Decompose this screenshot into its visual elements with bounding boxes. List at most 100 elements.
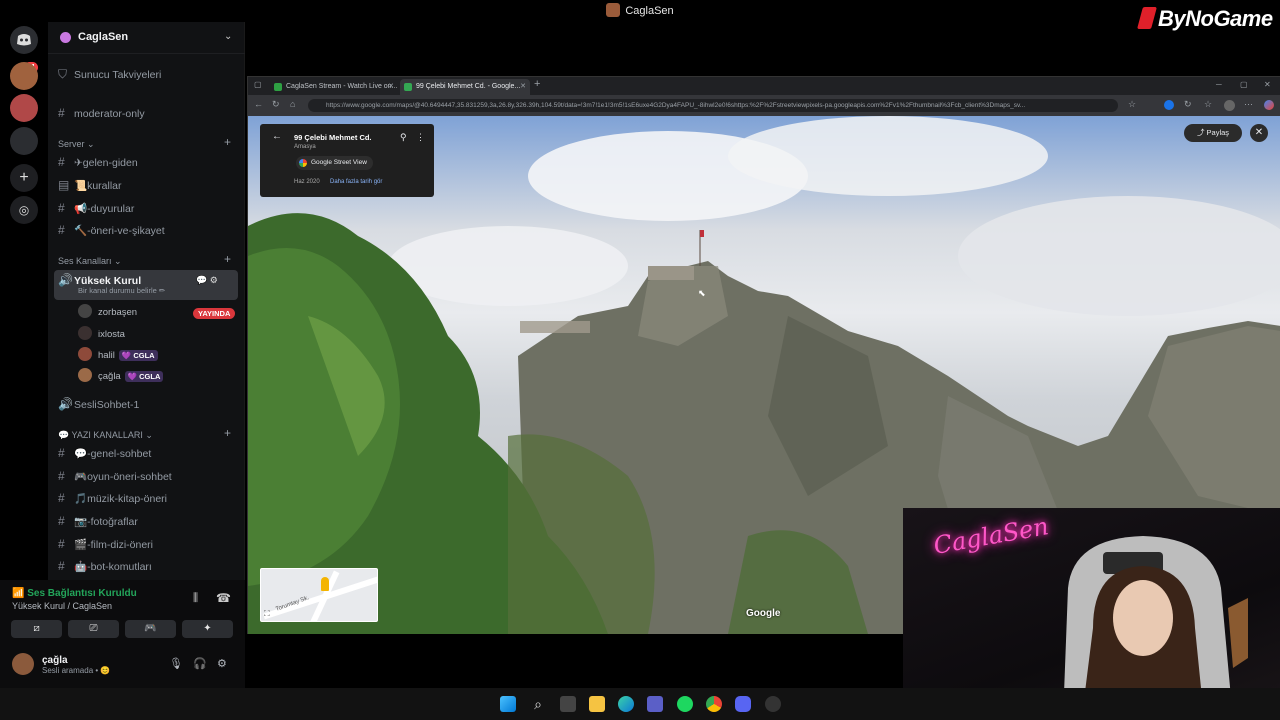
expand-map-icon[interactable]: ⛶ <box>264 609 270 619</box>
discord-home-icon[interactable] <box>10 26 38 54</box>
category-voice[interactable]: Ses Kanalları ⌄ <box>58 256 122 267</box>
tab-twitch[interactable]: CaglaSen Stream - Watch Live on... ✕ <box>270 79 398 95</box>
server-header[interactable]: CaglaSen ⌄ <box>48 22 245 54</box>
maximize-icon[interactable]: ▢ <box>1240 80 1248 89</box>
disconnect-icon[interactable]: ☎ <box>216 591 231 605</box>
microphone-icon[interactable]: 🎙 <box>169 657 183 670</box>
hash-icon: # <box>58 446 65 460</box>
channel-gelen-giden[interactable]: # ✈gelen-giden <box>58 152 238 172</box>
rules-icon: ▤ <box>58 178 70 192</box>
more-menu-icon[interactable]: ⋯ <box>1244 99 1253 110</box>
close-icon[interactable]: ✕ <box>388 79 394 95</box>
noise-suppression-icon[interactable]: ⫼ <box>193 592 198 605</box>
voice-user-halil[interactable]: halil 💜 CGLA <box>78 346 158 366</box>
add-server-icon[interactable]: + <box>10 164 38 192</box>
hash-icon: # <box>58 469 65 483</box>
app-icon[interactable] <box>765 696 781 712</box>
channel-oneri-sikayet[interactable]: # 🔨-öneri-ve-şikayet <box>58 220 238 240</box>
gear-icon[interactable]: ⚙ <box>217 657 227 670</box>
chrome-icon[interactable] <box>706 696 722 712</box>
bynogame-watermark: ByNoGame <box>1137 6 1273 32</box>
voice-channel-actions[interactable]: 💬 ⚙ <box>196 270 218 290</box>
tab-google-maps[interactable]: 99 Çelebi Mehmet Cd. - Google... ✕ <box>400 79 530 95</box>
channel-muzik-kitap[interactable]: # 🎵müzik-kitap-öneri <box>58 488 238 508</box>
category-text[interactable]: 💬 YAZI KANALLARI ⌄ <box>58 430 153 441</box>
channel-kurallar[interactable]: ▤ 📜kurallar <box>58 175 238 195</box>
server-icon-caglasen[interactable] <box>10 62 38 90</box>
teams-icon[interactable] <box>647 696 663 712</box>
channel-genel-sohbet[interactable]: # 💬-genel-sohbet <box>58 443 238 463</box>
camera-button[interactable]: ⧄ <box>11 620 62 638</box>
minimap[interactable]: Torumtay Sk. ⛶ <box>260 568 378 622</box>
channel-moderator-only[interactable]: # moderator-only <box>58 103 238 123</box>
user-name[interactable]: çağla <box>42 655 68 666</box>
channel-bot-komutlari[interactable]: # 🤖-bot-komutları <box>58 556 238 576</box>
url-field[interactable]: https://www.google.com/maps/@40.6494447,… <box>308 99 1118 112</box>
avatar[interactable] <box>12 653 34 675</box>
reload-icon[interactable]: ↻ <box>272 99 280 110</box>
back-arrow-icon[interactable]: ← <box>272 131 282 142</box>
shield-icon: ⛉ <box>58 67 68 81</box>
bookmark-icon[interactable]: ☆ <box>1128 99 1136 110</box>
voice-channel-yuksek-kurul[interactable]: 🔊Yüksek Kurul 💬 ⚙ Bir kanal durumu belir… <box>54 270 238 300</box>
search-icon[interactable]: ⌕ <box>530 696 546 712</box>
hash-icon: # <box>58 491 65 505</box>
hash-icon: # <box>58 537 65 551</box>
close-icon[interactable]: ✕ <box>520 79 526 95</box>
close-window-icon[interactable]: ✕ <box>1264 80 1271 89</box>
headphones-icon[interactable]: 🎧 <box>193 657 207 670</box>
maps-icon <box>404 83 412 91</box>
pegman-icon[interactable] <box>321 577 329 591</box>
file-explorer-icon[interactable] <box>589 696 605 712</box>
voice-channel-status[interactable]: Bir kanal durumu belirle ✏ <box>78 285 165 297</box>
category-server[interactable]: Server ⌄ <box>58 139 95 150</box>
channel-duyurular[interactable]: # 📢-duyurular <box>58 198 238 218</box>
discord-icon[interactable] <box>735 696 751 712</box>
more-vert-icon[interactable]: ⋮ <box>416 132 425 143</box>
soundboard-button[interactable]: ✦ <box>182 620 233 638</box>
voice-user-ixlosta[interactable]: ixlosta <box>78 325 125 345</box>
explore-icon[interactable]: ◎ <box>10 196 38 224</box>
voice-user-zorbasen[interactable]: zorbaşen <box>78 303 137 323</box>
close-street-view-button[interactable]: ✕ <box>1250 124 1268 142</box>
activity-button[interactable]: 🎮 <box>125 620 176 638</box>
add-channel-icon[interactable]: + <box>224 426 231 440</box>
add-channel-icon[interactable]: + <box>224 135 231 149</box>
voice-channel-seslisohbet[interactable]: 🔊SesliSohbet-1 <box>58 394 238 414</box>
pin-icon[interactable]: ⚲ <box>400 132 407 143</box>
start-icon[interactable] <box>500 696 516 712</box>
edge-icon[interactable] <box>618 696 634 712</box>
minimize-icon[interactable]: ─ <box>1216 80 1222 89</box>
copilot-icon[interactable] <box>1264 100 1274 110</box>
share-button[interactable]: ⤴ Paylaş <box>1184 124 1242 142</box>
bynogame-logo-icon <box>1137 7 1157 29</box>
user-tag: 💜 CGLA <box>118 350 158 361</box>
voice-user-cagla[interactable]: çağla 💜 CGLA <box>78 367 164 387</box>
home-icon[interactable]: ⌂ <box>290 99 295 109</box>
voice-location[interactable]: Yüksek Kurul / CaglaSen <box>12 601 112 611</box>
refresh-extension-icon[interactable]: ↻ <box>1184 99 1192 110</box>
extension-icon[interactable] <box>1164 100 1174 110</box>
new-tab-icon[interactable]: + <box>534 78 540 90</box>
more-dates-link[interactable]: Daha fazla tarih gör <box>330 179 382 185</box>
favorites-icon[interactable]: ☆ <box>1204 99 1212 110</box>
channel-fotograflar[interactable]: # 📷-fotoğraflar <box>58 511 238 531</box>
spotify-icon[interactable] <box>677 696 693 712</box>
add-channel-icon[interactable]: + <box>224 252 231 266</box>
capture-date: Haz 2020 <box>294 179 320 185</box>
tab-actions-icon[interactable]: ▢ <box>254 80 262 89</box>
google-icon <box>299 159 307 167</box>
screen-share-button[interactable]: ⎚ <box>68 620 119 638</box>
chevron-down-icon[interactable]: ⌄ <box>224 31 232 42</box>
back-icon[interactable]: ← <box>254 99 263 109</box>
avatar <box>606 3 621 17</box>
live-badge: YAYINDA <box>193 308 236 319</box>
profile-avatar[interactable] <box>1224 100 1235 111</box>
speaker-icon: 🔊 <box>58 397 73 411</box>
channel-oyun-oneri[interactable]: # 🎮oyun-öneri-sohbet <box>58 466 238 486</box>
channel-boosts[interactable]: ⛉ Sunucu Takviyeleri <box>58 64 238 84</box>
channel-film-dizi[interactable]: # 🎬-film-dizi-öneri <box>58 534 238 554</box>
task-view-icon[interactable] <box>560 696 576 712</box>
server-folder-icon[interactable] <box>10 127 38 155</box>
server-icon[interactable] <box>10 94 38 122</box>
